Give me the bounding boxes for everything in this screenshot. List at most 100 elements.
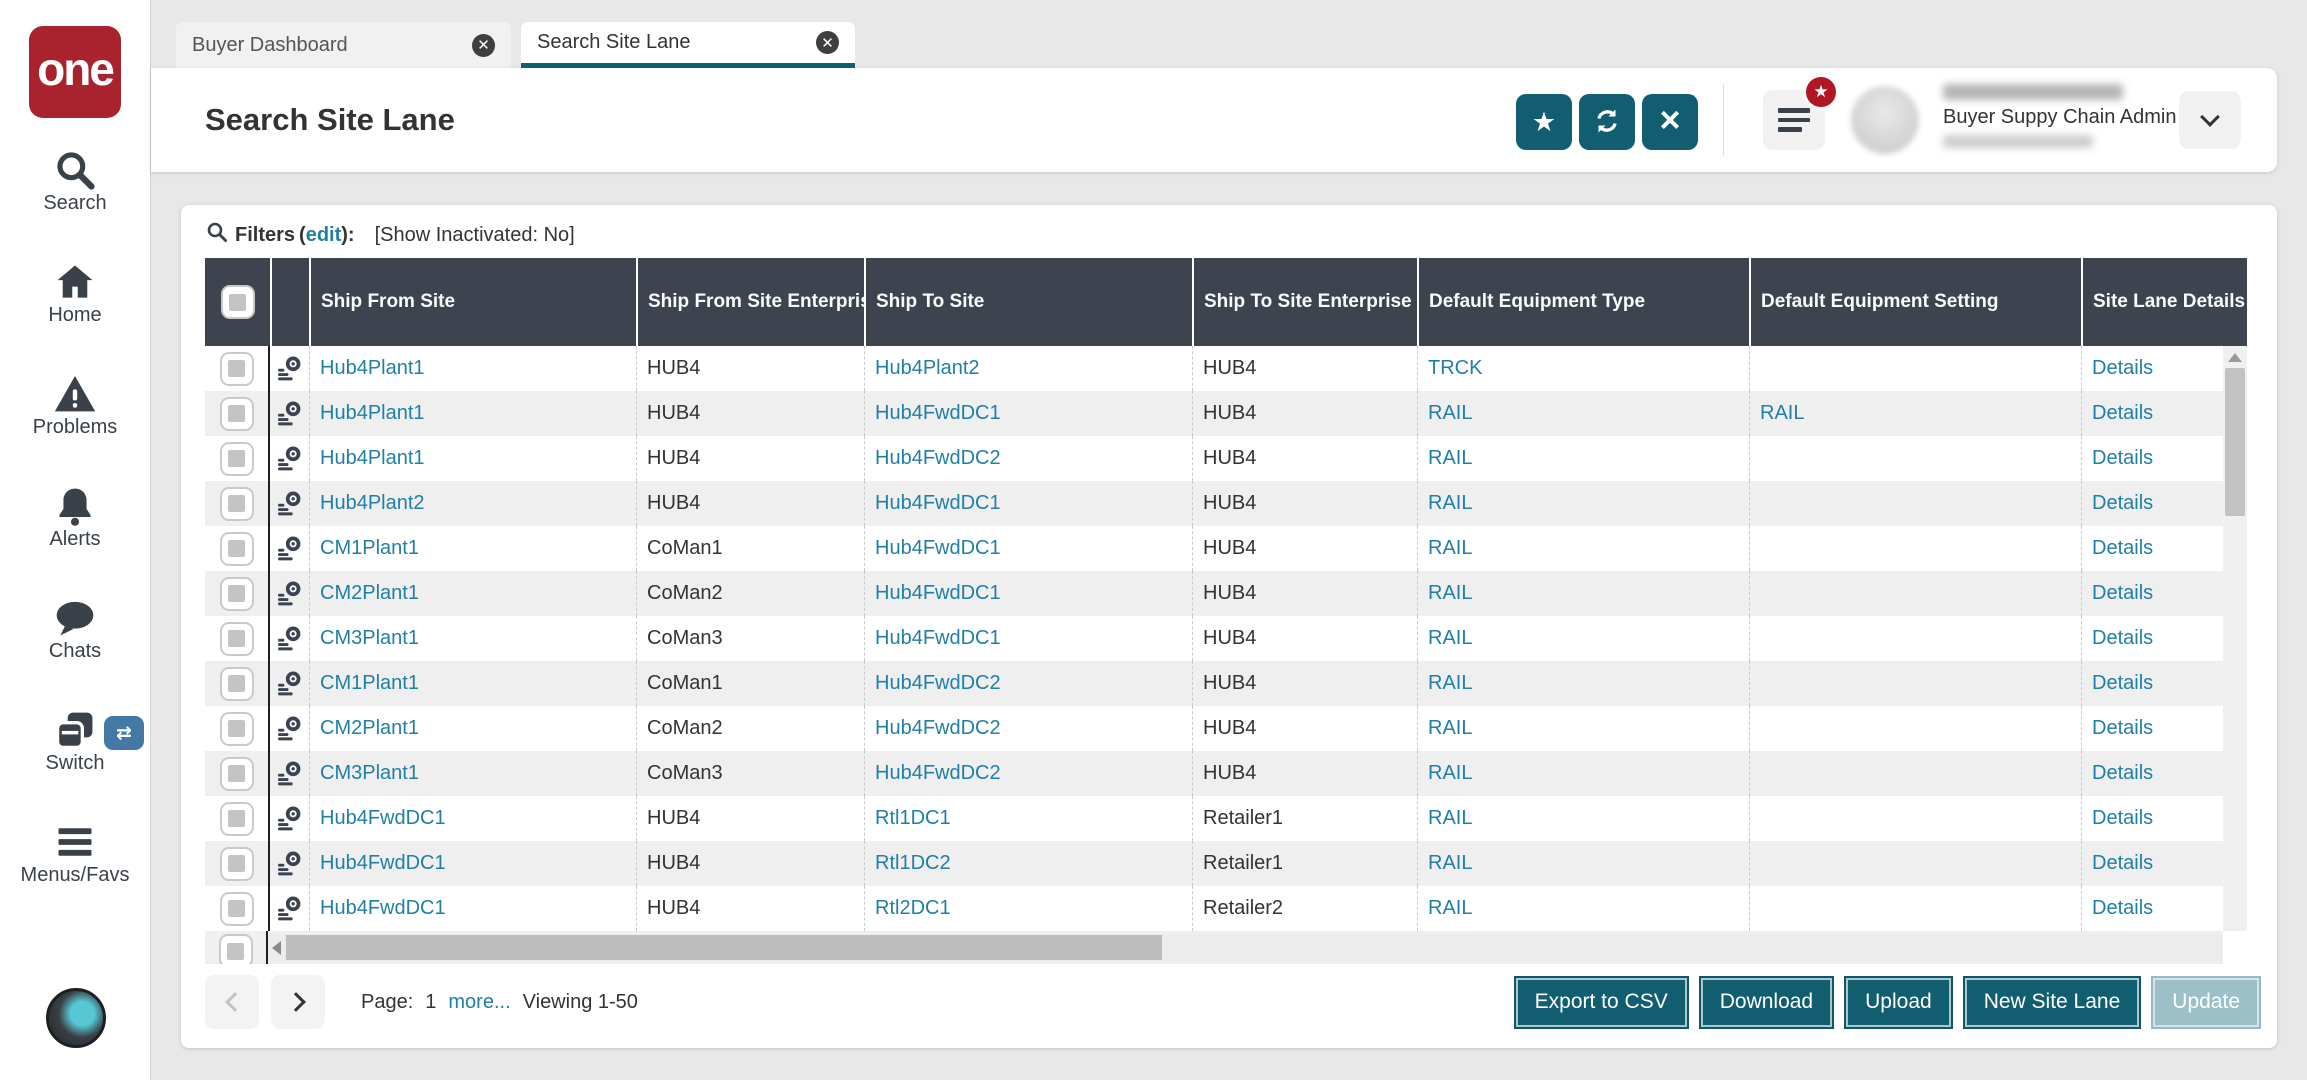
sidebar-item-search[interactable]: Search [0,148,150,214]
column-header-default-equipment-setting[interactable]: Default Equipment Setting [1749,258,2081,346]
vertical-scrollbar[interactable] [2223,346,2247,931]
refresh-button[interactable] [1579,94,1635,150]
edit-filters-link[interactable]: edit [306,224,342,246]
site-lane-icon[interactable] [276,445,303,472]
vertical-scrollbar-thumb[interactable] [2225,368,2245,516]
sidebar-item-menus[interactable]: Menus/Favs [0,820,150,886]
sidebar-item-switch[interactable]: ⇄ Switch [0,708,150,774]
details-link[interactable]: Details [2092,627,2153,650]
ship-from-site-link[interactable]: Hub4FwdDC1 [320,897,446,920]
row-checkbox[interactable] [219,576,254,611]
prev-page-button[interactable] [205,975,259,1029]
row-checkbox[interactable] [219,441,254,476]
row-checkbox[interactable] [219,756,254,791]
site-lane-icon[interactable] [276,625,303,652]
ship-to-site-link[interactable]: Rtl2DC1 [875,897,951,920]
default-equipment-type-link[interactable]: TRCK [1428,357,1482,380]
ship-to-site-link[interactable]: Hub4FwdDC1 [875,492,1001,515]
ship-from-site-link[interactable]: CM3Plant1 [320,627,419,650]
column-header-ship-to-site[interactable]: Ship To Site [864,258,1192,346]
details-link[interactable]: Details [2092,582,2153,605]
default-equipment-type-link[interactable]: RAIL [1428,447,1472,470]
site-lane-icon[interactable] [276,355,303,382]
details-link[interactable]: Details [2092,762,2153,785]
ship-from-site-link[interactable]: CM1Plant1 [320,537,419,560]
column-header-ship-from-site-enterprise[interactable]: Ship From Site Enterprise [636,258,864,346]
current-page[interactable]: 1 [425,991,436,1014]
site-lane-icon[interactable] [276,850,303,877]
site-lane-icon[interactable] [276,895,303,922]
tab-search-site-lane[interactable]: Search Site Lane ✕ [521,22,855,68]
site-lane-icon[interactable] [276,490,303,517]
ship-from-site-link[interactable]: Hub4Plant2 [320,492,425,515]
row-checkbox[interactable] [219,621,254,656]
tab-buyer-dashboard[interactable]: Buyer Dashboard ✕ [176,22,511,68]
site-lane-icon[interactable] [276,580,303,607]
ship-from-site-link[interactable]: CM2Plant1 [320,582,419,605]
update-button[interactable]: Update [2151,975,2261,1029]
site-lane-icon[interactable] [276,535,303,562]
ship-to-site-link[interactable]: Hub4Plant2 [875,357,980,380]
details-link[interactable]: Details [2092,447,2153,470]
scroll-left-arrow-icon[interactable] [272,941,281,955]
default-equipment-setting-link[interactable]: RAIL [1760,402,1804,425]
row-checkbox[interactable] [219,891,254,926]
one-network-logo[interactable]: one [29,26,121,118]
ship-from-site-link[interactable]: Hub4FwdDC1 [320,852,446,875]
details-link[interactable]: Details [2092,852,2153,875]
horizontal-scrollbar-thumb[interactable] [286,935,1162,960]
row-checkbox[interactable] [219,846,254,881]
user-menu-button[interactable] [2179,91,2241,149]
default-equipment-type-link[interactable]: RAIL [1428,492,1472,515]
default-equipment-type-link[interactable]: RAIL [1428,402,1472,425]
site-lane-icon[interactable] [276,400,303,427]
row-checkbox[interactable] [219,711,254,746]
favorites-badge[interactable]: ★ [1803,74,1839,110]
scroll-up-arrow-icon[interactable] [2228,353,2242,362]
ship-to-site-link[interactable]: Hub4FwdDC1 [875,537,1001,560]
column-header-ship-to-site-enterprise[interactable]: Ship To Site Enterprise [1192,258,1417,346]
horizontal-scrollbar[interactable] [268,934,2223,961]
site-lane-icon[interactable] [276,670,303,697]
column-header-default-equipment-type[interactable]: Default Equipment Type [1417,258,1749,346]
sidebar-item-problems[interactable]: Problems [0,372,150,438]
column-header-site-lane-details[interactable]: Site Lane Details [2081,258,2247,346]
details-link[interactable]: Details [2092,717,2153,740]
close-view-button[interactable]: × [1642,94,1698,150]
sidebar-item-home[interactable]: Home [0,260,150,326]
row-checkbox[interactable] [219,351,254,386]
export-to-csv-button[interactable]: Export to CSV [1513,975,1689,1029]
ship-from-site-link[interactable]: Hub4FwdDC1 [320,807,446,830]
sidebar-user-avatar[interactable] [46,988,106,1048]
new-site-lane-button[interactable]: New Site Lane [1962,975,2142,1029]
default-equipment-type-link[interactable]: RAIL [1428,672,1472,695]
upload-button[interactable]: Upload [1844,975,1953,1029]
ship-from-site-link[interactable]: CM1Plant1 [320,672,419,695]
sidebar-item-alerts[interactable]: Alerts [0,484,150,550]
details-link[interactable]: Details [2092,537,2153,560]
default-equipment-type-link[interactable]: RAIL [1428,897,1472,920]
ship-to-site-link[interactable]: Hub4FwdDC2 [875,447,1001,470]
ship-to-site-link[interactable]: Hub4FwdDC2 [875,717,1001,740]
ship-to-site-link[interactable]: Hub4FwdDC2 [875,672,1001,695]
default-equipment-type-link[interactable]: RAIL [1428,717,1472,740]
default-equipment-type-link[interactable]: RAIL [1428,762,1472,785]
ship-to-site-link[interactable]: Hub4FwdDC2 [875,762,1001,785]
row-checkbox[interactable] [219,396,254,431]
favorite-button[interactable]: ★ [1516,94,1572,150]
more-pages-link[interactable]: more... [448,991,510,1014]
row-checkbox[interactable] [219,666,254,701]
ship-to-site-link[interactable]: Rtl1DC1 [875,807,951,830]
details-link[interactable]: Details [2092,672,2153,695]
user-avatar[interactable] [1851,86,1919,154]
default-equipment-type-link[interactable]: RAIL [1428,807,1472,830]
site-lane-icon[interactable] [276,760,303,787]
next-page-button[interactable] [271,975,325,1029]
column-header-ship-from-site[interactable]: Ship From Site [309,258,636,346]
row-checkbox[interactable] [218,934,253,964]
details-link[interactable]: Details [2092,492,2153,515]
select-all-checkbox[interactable] [220,285,255,319]
details-link[interactable]: Details [2092,357,2153,380]
default-equipment-type-link[interactable]: RAIL [1428,582,1472,605]
ship-from-site-link[interactable]: Hub4Plant1 [320,402,425,425]
